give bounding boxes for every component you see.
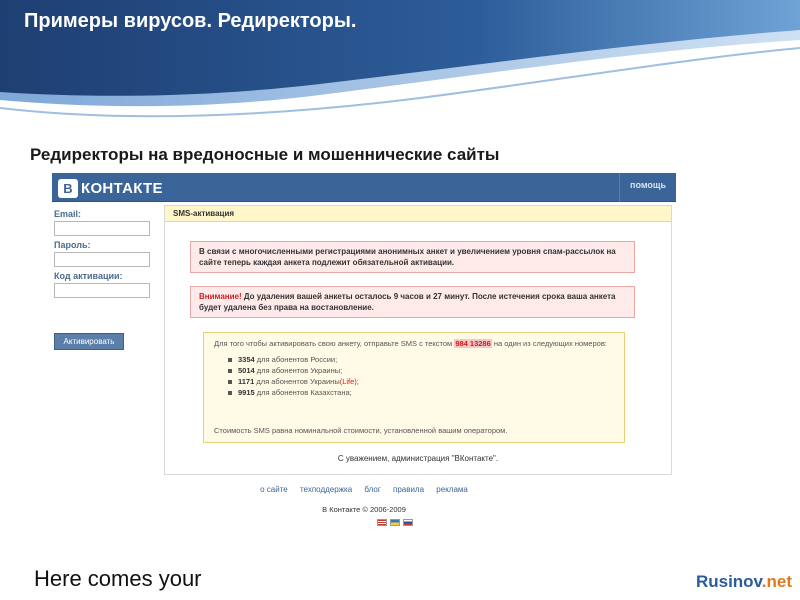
sms-intro-suffix: на один из следующих номеров: bbox=[491, 339, 607, 348]
warning-text: До удаления вашей анкеты осталось 9 часо… bbox=[199, 292, 616, 312]
sms-activation-panel: SMS-активация В связи с многочисленными … bbox=[164, 205, 672, 475]
panel-header: SMS-активация bbox=[165, 206, 671, 222]
sms-number: 3354 bbox=[238, 355, 255, 364]
vk-top-bar: B КОНТАКТЕ помощь bbox=[52, 173, 676, 202]
footer-link-blog[interactable]: блог bbox=[364, 485, 380, 494]
bullet-icon bbox=[228, 391, 232, 395]
brand-suffix: .net bbox=[761, 572, 792, 591]
footer-link-about[interactable]: о сайте bbox=[260, 485, 288, 494]
vk-logo-text: КОНТАКТЕ bbox=[81, 179, 163, 197]
sms-code: 984 13286 bbox=[454, 339, 492, 348]
deletion-warning: Внимание! До удаления вашей анкеты остал… bbox=[190, 286, 635, 318]
slide-header: Примеры вирусов. Редиректоры. bbox=[0, 0, 800, 125]
warning-attention: Внимание! bbox=[199, 292, 242, 301]
sms-number-desc: для абонентов России; bbox=[254, 355, 338, 364]
login-sidebar: Email: Пароль: Код активации: Активирова… bbox=[52, 203, 160, 363]
activate-button[interactable]: Активировать bbox=[54, 333, 124, 350]
brand-name: Rusinov bbox=[695, 572, 762, 591]
brand-logo: Rusinov.net bbox=[696, 572, 792, 592]
bottom-text: Here comes your bbox=[34, 566, 202, 591]
sms-cost-note: Стоимость SMS равна номинальной стоимост… bbox=[214, 426, 508, 435]
slide-subtitle: Редиректоры на вредоносные и мошенническ… bbox=[30, 145, 500, 164]
ru-flag-icon[interactable] bbox=[403, 519, 413, 526]
registration-notice: В связи с многочисленными регистрациями … bbox=[190, 241, 635, 273]
help-link[interactable]: помощь bbox=[630, 180, 666, 190]
sms-number-extra: (Life); bbox=[339, 377, 359, 386]
password-input[interactable] bbox=[54, 252, 150, 267]
email-label: Email: bbox=[54, 209, 82, 219]
sms-instructions: Для того чтобы активировать свою анкету,… bbox=[203, 332, 625, 443]
vk-logo[interactable]: B КОНТАКТЕ bbox=[58, 178, 163, 198]
sms-number-desc: для абонентов Казахстана; bbox=[254, 388, 352, 397]
sms-number-desc: для абонентов Украины bbox=[254, 377, 340, 386]
footer-link-support[interactable]: техподдержка bbox=[300, 485, 352, 494]
activation-code-label: Код активации: bbox=[54, 271, 123, 281]
sms-intro: Для того чтобы активировать свою анкету,… bbox=[214, 339, 614, 349]
password-label: Пароль: bbox=[54, 240, 91, 250]
vk-screenshot: B КОНТАКТЕ помощь Email: Пароль: Код акт… bbox=[52, 173, 676, 533]
sms-intro-text: Для того чтобы активировать свою анкету,… bbox=[214, 339, 455, 348]
footer-links: о сайте техподдержка блог правила реклам… bbox=[52, 485, 676, 494]
sms-number-list: 3354 для абонентов России; 5014 для абон… bbox=[228, 355, 614, 398]
sms-number: 5014 bbox=[238, 366, 255, 375]
top-bar-divider bbox=[619, 173, 620, 202]
sms-number: 9915 bbox=[238, 388, 255, 397]
list-item: 1171 для абонентов Украины(Life); bbox=[228, 377, 614, 387]
list-item: 3354 для абонентов России; bbox=[228, 355, 614, 365]
slide-title: Примеры вирусов. Редиректоры. bbox=[24, 10, 357, 32]
panel-title: SMS-активация bbox=[173, 209, 235, 218]
us-flag-icon[interactable] bbox=[377, 519, 387, 526]
language-flags bbox=[377, 519, 413, 526]
bullet-icon bbox=[228, 380, 232, 384]
footer-link-ads[interactable]: реклама bbox=[436, 485, 468, 494]
sms-number-desc: для абонентов Украины; bbox=[254, 366, 343, 375]
ua-flag-icon[interactable] bbox=[390, 519, 400, 526]
bullet-icon bbox=[228, 358, 232, 362]
email-input[interactable] bbox=[54, 221, 150, 236]
list-item: 5014 для абонентов Украины; bbox=[228, 366, 614, 376]
admin-signature: С уважением, администрация "ВКонтакте". bbox=[337, 454, 499, 463]
bullet-icon bbox=[228, 369, 232, 373]
vk-logo-badge: B bbox=[58, 178, 78, 198]
copyright: В Контакте © 2006-2009 bbox=[322, 505, 406, 514]
list-item: 9915 для абонентов Казахстана; bbox=[228, 388, 614, 398]
sms-number: 1171 bbox=[238, 377, 255, 386]
footer-link-rules[interactable]: правила bbox=[393, 485, 424, 494]
activation-code-input[interactable] bbox=[54, 283, 150, 298]
